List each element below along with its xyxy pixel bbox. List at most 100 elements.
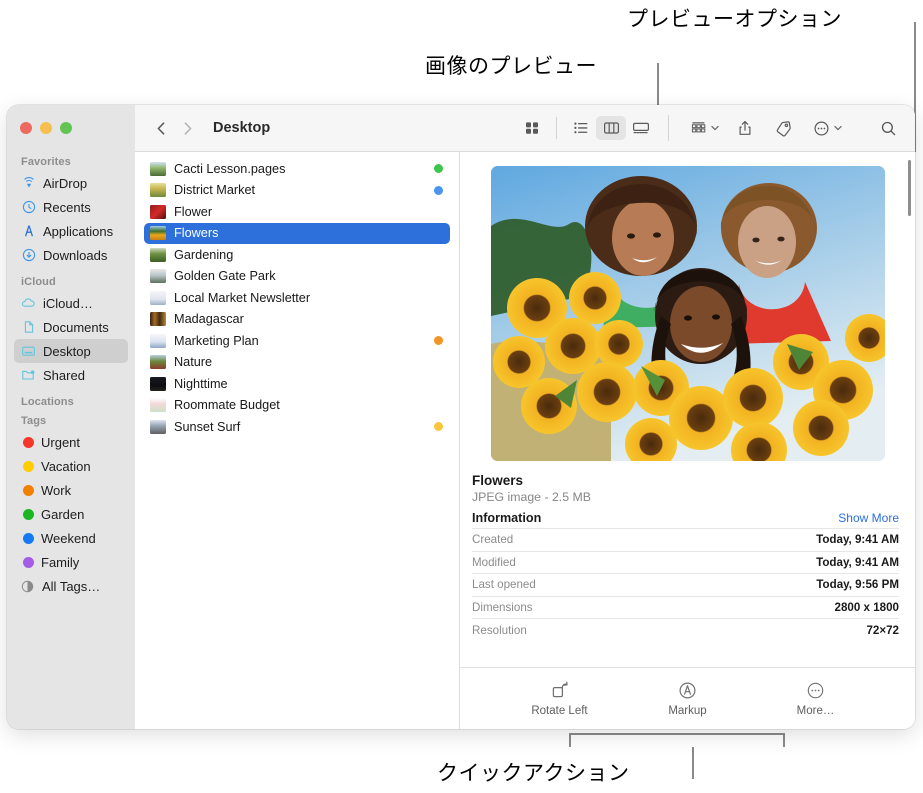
tag-dot-placeholder: [434, 207, 443, 216]
file-name: Flowers: [174, 226, 219, 241]
airdrop-icon: [21, 176, 36, 191]
annotation-preview-options: プレビューオプション: [627, 7, 842, 31]
tag-dot-icon: [23, 508, 34, 520]
file-thumbnail-icon: [150, 183, 166, 198]
file-name: Cacti Lesson.pages: [174, 161, 286, 176]
sidebar-item-label: All Tags…: [42, 578, 101, 594]
file-thumbnail-icon: [150, 419, 166, 434]
more-actions-chevron-down-icon[interactable]: [833, 123, 843, 133]
table-row[interactable]: Roommate Budget: [144, 395, 450, 417]
file-list[interactable]: Cacti Lesson.pages District Market Flowe…: [135, 152, 460, 729]
sidebar-section-icloud: iCloud: [21, 276, 56, 288]
all-tags-icon: [20, 579, 35, 594]
file-meta: JPEG image - 2.5 MB: [472, 490, 591, 504]
sidebar-item-tag-urgent[interactable]: Urgent: [14, 430, 128, 454]
tags-button[interactable]: [768, 116, 798, 140]
info-row-last-opened: Last opened Today, 9:56 PM: [472, 573, 899, 596]
gallery-view-button[interactable]: [626, 116, 656, 140]
sidebar-item-applications[interactable]: Applications: [14, 219, 128, 243]
more-actions-button[interactable]: [806, 116, 836, 140]
quick-action-label: More…: [796, 704, 835, 717]
file-name: Nature: [174, 355, 213, 370]
sidebar-item-shared[interactable]: Shared: [14, 363, 128, 387]
file-thumbnail-icon: [150, 355, 166, 370]
file-name: District Market: [174, 183, 256, 198]
info-row-created: Created Today, 9:41 AM: [472, 528, 899, 551]
sidebar-item-label: AirDrop: [43, 175, 88, 191]
sidebar-item-downloads[interactable]: Downloads: [14, 243, 128, 267]
show-more-link[interactable]: Show More: [838, 511, 899, 525]
sidebar: Favorites AirDrop Recents Applications D…: [7, 105, 135, 729]
ellipsis-circle-icon: [806, 681, 825, 700]
sidebar-item-tag-garden[interactable]: Garden: [14, 502, 128, 526]
tag-dot-icon: [23, 484, 34, 496]
table-row[interactable]: Sunset Surf: [144, 416, 450, 438]
file-name: Sunset Surf: [174, 419, 241, 434]
table-row[interactable]: Nature: [144, 352, 450, 374]
file-name: Nighttime: [174, 376, 228, 391]
info-row-dimensions: Dimensions 2800 x 1800: [472, 595, 899, 619]
tag-dot-placeholder: [434, 229, 443, 238]
forward-button[interactable]: [174, 115, 200, 141]
tag-dot-placeholder: [434, 401, 443, 410]
download-icon: [21, 248, 36, 263]
table-row[interactable]: Cacti Lesson.pages: [144, 158, 450, 180]
sidebar-item-recents[interactable]: Recents: [14, 195, 128, 219]
back-button[interactable]: [148, 115, 174, 141]
info-key: Last opened: [472, 578, 536, 592]
file-name: Local Market Newsletter: [174, 290, 311, 305]
sidebar-item-tag-family[interactable]: Family: [14, 550, 128, 574]
sidebar-item-label: Weekend: [41, 530, 96, 546]
sidebar-item-label: Recents: [43, 199, 91, 215]
table-row[interactable]: Gardening: [144, 244, 450, 266]
table-row[interactable]: Local Market Newsletter: [144, 287, 450, 309]
clock-icon: [21, 200, 36, 215]
table-row[interactable]: Madagascar: [144, 309, 450, 331]
info-section: Flowers JPEG image - 2.5 MB Information …: [460, 471, 915, 667]
file-thumbnail-icon: [150, 247, 166, 262]
info-key: Created: [472, 533, 514, 547]
tag-dot-icon: [434, 185, 443, 195]
info-key: Resolution: [472, 623, 527, 637]
info-value: Today, 9:41 AM: [816, 533, 899, 547]
preview-image[interactable]: [490, 166, 885, 461]
markup-icon: [678, 681, 697, 700]
table-row[interactable]: District Market: [144, 180, 450, 202]
minimize-button[interactable]: [40, 122, 52, 134]
group-by-button[interactable]: [683, 116, 713, 140]
search-button[interactable]: [873, 116, 903, 140]
group-by-chevron-down-icon[interactable]: [710, 123, 720, 133]
sidebar-item-label: iCloud…: [43, 295, 93, 311]
zoom-button[interactable]: [60, 122, 72, 134]
information-label: Information: [472, 511, 542, 525]
file-name: Gardening: [174, 247, 234, 262]
table-row[interactable]: Flower: [144, 201, 450, 223]
sidebar-item-documents[interactable]: Documents: [14, 315, 128, 339]
close-button[interactable]: [20, 122, 32, 134]
sidebar-item-desktop[interactable]: Desktop: [14, 339, 128, 363]
tag-dot-placeholder: [434, 272, 443, 281]
quick-action-more[interactable]: More…: [778, 681, 854, 717]
sidebar-item-tag-work[interactable]: Work: [14, 478, 128, 502]
table-row[interactable]: Nighttime: [144, 373, 450, 395]
table-row[interactable]: Golden Gate Park: [144, 266, 450, 288]
column-view-button[interactable]: [596, 116, 626, 140]
sidebar-item-tag-vacation[interactable]: Vacation: [14, 454, 128, 478]
panes: Cacti Lesson.pages District Market Flowe…: [135, 152, 915, 729]
quick-actions-bar: Rotate Left Markup More…: [460, 667, 915, 729]
share-button[interactable]: [730, 116, 760, 140]
sidebar-item-airdrop[interactable]: AirDrop: [14, 171, 128, 195]
quick-action-rotate-left[interactable]: Rotate Left: [522, 681, 598, 717]
window-main: Desktop Cacti Lesson.pages District Mark…: [135, 105, 915, 729]
icon-view-button[interactable]: [517, 116, 547, 140]
sidebar-item-tag-weekend[interactable]: Weekend: [14, 526, 128, 550]
quick-action-markup[interactable]: Markup: [650, 681, 726, 717]
quick-action-label: Markup: [668, 704, 707, 717]
sidebar-item-icloud[interactable]: iCloud…: [14, 291, 128, 315]
table-row[interactable]: Flowers: [144, 222, 450, 244]
tag-dot-placeholder: [434, 379, 443, 388]
sidebar-item-all-tags[interactable]: All Tags…: [14, 574, 128, 598]
table-row[interactable]: Marketing Plan: [144, 330, 450, 352]
scrollbar[interactable]: [908, 160, 911, 216]
list-view-button[interactable]: [566, 116, 596, 140]
